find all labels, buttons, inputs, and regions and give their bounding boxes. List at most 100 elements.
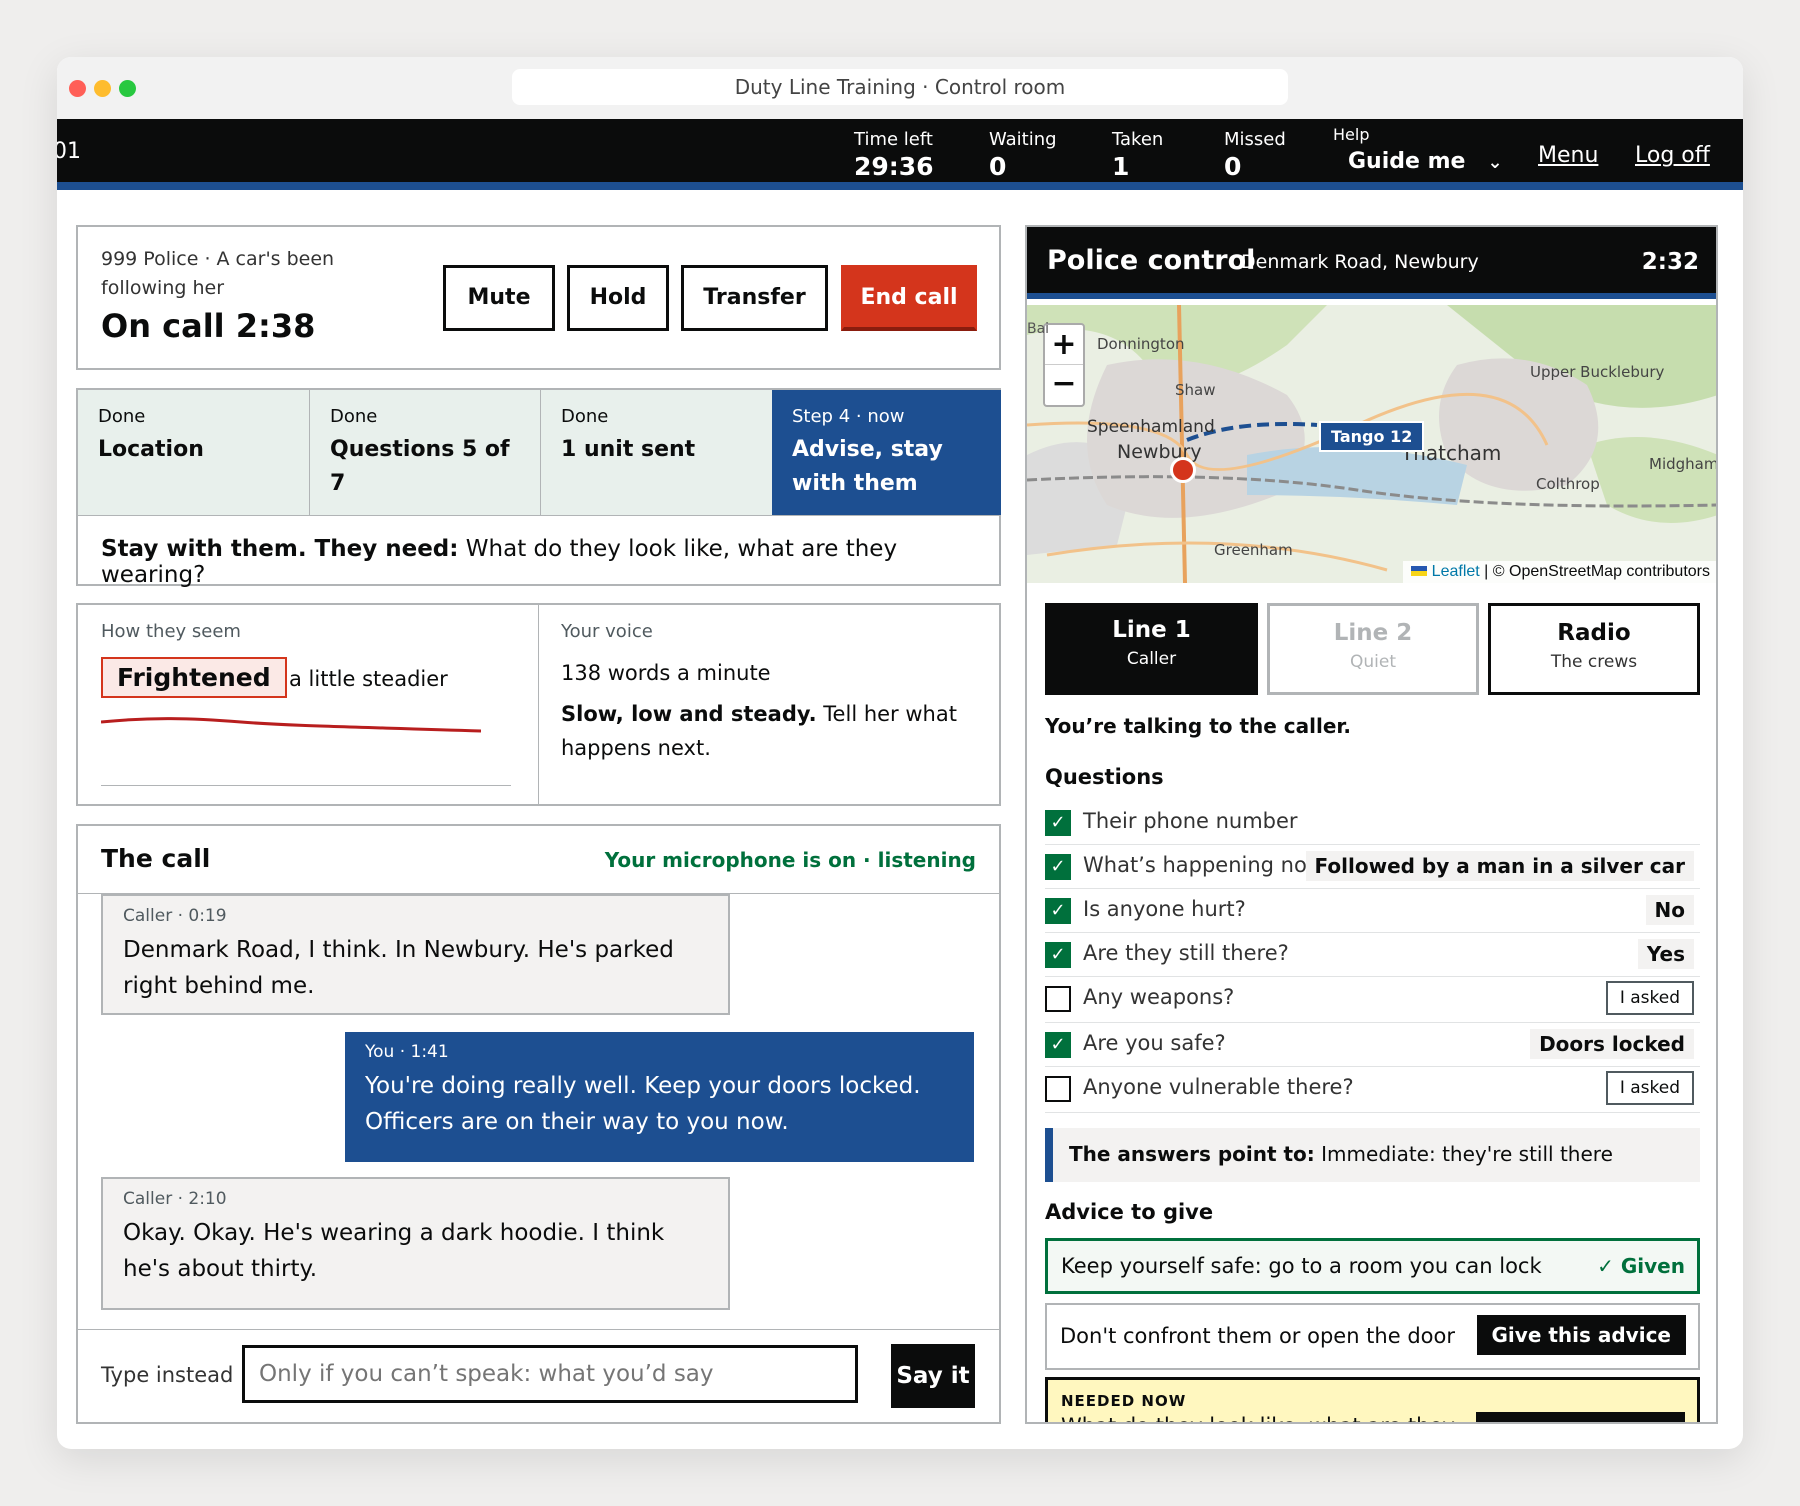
needed-now-tag: NEEDED NOW — [1061, 1392, 1187, 1410]
top-status-bar: 01 Time left 29:36 Waiting 0 Taken 1 Missed… — [57, 119, 1743, 190]
tab-line-2[interactable]: Line 2 Quiet — [1267, 603, 1479, 695]
police-control-panel: Police control Denmark Road, Newbury 2:3… — [1025, 225, 1718, 1424]
question-row: ✓ Are you safe? Doors locked — [1045, 1023, 1700, 1067]
zoom-in-button[interactable]: + — [1045, 325, 1083, 365]
tab-line-1[interactable]: Line 1 Caller — [1045, 603, 1258, 695]
call-panel: 999 Police · A car's been following her … — [76, 225, 1001, 370]
guide-me-select[interactable]: Guide me ⌄ — [1348, 149, 1503, 174]
give-advice-button[interactable]: Give this advice — [1475, 1412, 1685, 1422]
i-asked-button[interactable]: I asked — [1605, 1071, 1694, 1105]
control-title: Police control — [1047, 245, 1256, 276]
map-label-donnington: Donnington — [1097, 335, 1185, 353]
checked-checkbox[interactable]: ✓ — [1045, 854, 1071, 880]
i-asked-button[interactable]: I asked — [1605, 981, 1694, 1015]
question-row: ✓ What’s happening now Followed by a man i… — [1045, 845, 1700, 889]
unchecked-checkbox[interactable] — [1045, 986, 1071, 1012]
voice-label: Your voice — [561, 621, 653, 642]
taken-stat: Taken 1 — [1112, 129, 1164, 181]
unit-marker-tango-12[interactable]: Tango 12 — [1319, 421, 1425, 452]
transfer-button[interactable]: Transfer — [681, 265, 828, 331]
mood-voice-panel: How they seem Frightened a little steadi… — [76, 603, 1001, 806]
tab-radio[interactable]: Radio The crews — [1488, 603, 1700, 695]
checked-checkbox[interactable]: ✓ — [1045, 942, 1071, 968]
checked-checkbox[interactable]: ✓ — [1045, 1032, 1071, 1058]
map-label-midgham: Midgham — [1649, 455, 1718, 473]
browser-window: Duty Line Training · Control room 01 Tim… — [57, 57, 1743, 1449]
zoom-control: + − — [1043, 323, 1085, 407]
step-location: Done Location — [78, 390, 310, 515]
line-tabs: Line 1 Caller Line 2 Quiet Radio The crews — [1045, 603, 1700, 695]
advice-item: Don't confront them or open the door Giv… — [1045, 1303, 1700, 1370]
waiting-stat: Waiting 0 — [989, 129, 1057, 181]
map-label-speenhamland: Speenhamland — [1087, 417, 1215, 437]
missed-stat: Missed 0 — [1224, 129, 1286, 181]
checked-checkbox[interactable]: ✓ — [1045, 810, 1071, 836]
checked-checkbox[interactable]: ✓ — [1045, 898, 1071, 924]
control-location: Denmark Road, Newbury — [1241, 251, 1479, 273]
question-row: ✓ Is anyone hurt? No — [1045, 889, 1700, 933]
chevron-down-icon: ⌄ — [1487, 152, 1503, 173]
zoom-out-button[interactable]: − — [1045, 365, 1083, 405]
type-instead-label: Type instead — [101, 1363, 234, 1387]
step-questions: Done Questions 5 of 7 — [310, 390, 541, 515]
question-row: ✓ Are they still there? Yes — [1045, 933, 1700, 977]
title-bar: Duty Line Training · Control room — [57, 57, 1743, 119]
given-status: ✓ Given — [1597, 1254, 1685, 1278]
answer-value: Yes — [1637, 939, 1694, 969]
give-advice-button[interactable]: Give this advice — [1476, 1315, 1686, 1355]
maximize-window-icon[interactable] — [119, 80, 136, 97]
step-unit-sent: Done 1 unit sent — [541, 390, 772, 515]
caller-message-1: Caller · 0:19 Denmark Road, I think. In N… — [101, 894, 730, 1015]
map-label-bai: Bai — [1027, 321, 1050, 337]
close-window-icon[interactable] — [69, 80, 86, 97]
map-label-colthrop: Colthrop — [1536, 475, 1600, 493]
end-call-button[interactable]: End call — [841, 265, 977, 331]
incident-map[interactable]: + − Bai Donnington Shaw Speenhamland New… — [1027, 305, 1718, 583]
answers-summary: The answers point to: Immediate: they're… — [1045, 1128, 1700, 1182]
mood-trend: a little steadier — [289, 667, 448, 691]
voice-advice: Slow, low and steady. Tell her what happ… — [561, 702, 957, 760]
call-context: 999 Police · A car's been following her — [101, 248, 335, 299]
caller-message-2: Caller · 2:10 Okay. Okay. He's wearing a … — [101, 1177, 730, 1310]
talking-status: You’re talking to the caller. — [1045, 714, 1352, 738]
transcript-panel: The call Your microphone is on · listeni… — [76, 824, 1001, 1424]
question-row: Anyone vulnerable there? I asked — [1045, 1067, 1700, 1113]
mute-button[interactable]: Mute — [443, 265, 555, 331]
control-header: Police control Denmark Road, Newbury 2:3… — [1027, 227, 1716, 299]
map-attribution: Leaflet | © OpenStreetMap contributors — [1403, 561, 1716, 583]
message-input[interactable] — [242, 1345, 858, 1403]
call-status: On call 2:38 — [101, 307, 316, 345]
mood-badge: Frightened — [101, 657, 287, 698]
help-label: Help — [1333, 125, 1370, 144]
instruction-line: Stay with them. They need: What do they … — [101, 536, 898, 588]
top-left-fragment: 01 — [57, 139, 81, 164]
mood-trend-line — [101, 717, 481, 733]
osm-attribution: | © OpenStreetMap contributors — [1484, 563, 1710, 580]
hold-button[interactable]: Hold — [567, 265, 669, 331]
steps-panel: Done Location Done Questions 5 of 7 Done 1 … — [76, 388, 1001, 588]
say-it-button[interactable]: Say it — [891, 1344, 975, 1408]
transcript-title: The call — [101, 844, 211, 873]
log-off-link[interactable]: Log off — [1635, 143, 1710, 168]
answer-value: Doors locked — [1530, 1029, 1694, 1059]
microphone-status: Your microphone is on · listening — [604, 848, 976, 872]
map-label-upper-bucklebury: Upper Bucklebury — [1530, 363, 1665, 381]
map-label-greenham: Greenham — [1214, 541, 1293, 559]
time-left-stat: Time left 29:36 — [854, 129, 934, 181]
questions-title: Questions — [1045, 765, 1164, 789]
address-bar[interactable]: Duty Line Training · Control room — [512, 69, 1288, 105]
questions-list: ✓ Their phone number ✓ What’s happening no… — [1045, 801, 1700, 1121]
answer-value: Followed by a man in a silver car — [1305, 851, 1694, 881]
advice-item-needed: NEEDED NOW What do they look like, what … — [1045, 1377, 1700, 1422]
leaflet-link[interactable]: Leaflet — [1432, 563, 1480, 580]
your-message: You · 1:41 You're doing really well. Keep… — [345, 1032, 974, 1162]
control-timer: 2:32 — [1641, 249, 1699, 275]
voice-rate: 138 words a minute — [561, 661, 771, 685]
advice-item-given: Keep yourself safe: go to a room you can… — [1045, 1238, 1700, 1294]
menu-link[interactable]: Menu — [1538, 143, 1598, 168]
ukraine-flag-icon — [1411, 566, 1428, 576]
minimize-window-icon[interactable] — [94, 80, 111, 97]
question-row: Any weapons? I asked — [1045, 977, 1700, 1023]
caller-location-pin-icon[interactable] — [1170, 457, 1196, 483]
unchecked-checkbox[interactable] — [1045, 1076, 1071, 1102]
